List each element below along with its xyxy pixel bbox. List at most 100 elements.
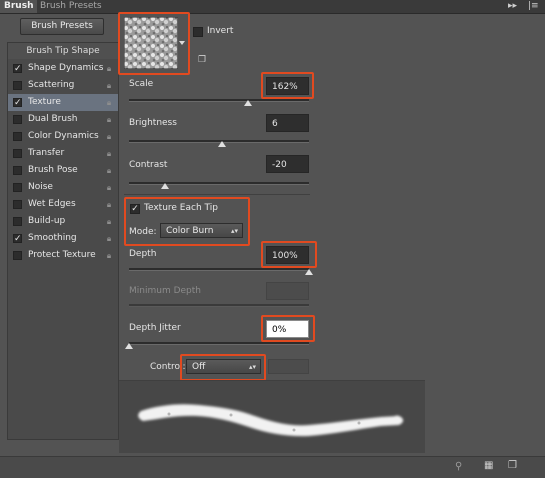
bottom-toolbar: ⚲ ▦ ❐ <box>0 456 545 478</box>
new-preset-icon[interactable]: ❐ <box>198 55 208 65</box>
brightness-input[interactable]: 6 <box>266 114 309 132</box>
lock-icon[interactable]: 🔒︎ <box>104 114 114 125</box>
contrast-slider-thumb[interactable] <box>161 183 169 189</box>
scale-input[interactable]: 162% <box>266 77 309 95</box>
lock-icon[interactable]: 🔒︎ <box>104 216 114 227</box>
mode-label: Mode: <box>129 227 157 237</box>
sidebar-item-transfer[interactable]: Transfer 🔒︎ <box>8 145 118 162</box>
invert-label: Invert <box>207 26 234 36</box>
sidebar-item-smoothing[interactable]: ✓ Smoothing 🔒︎ <box>8 230 118 247</box>
brightness-label: Brightness <box>129 118 177 128</box>
checkbox-scattering[interactable] <box>13 81 22 90</box>
brush-grid-icon[interactable]: ▦ <box>484 460 496 472</box>
scale-label: Scale <box>129 79 154 89</box>
sidebar-item-protect-texture[interactable]: Protect Texture 🔒︎ <box>8 247 118 264</box>
lock-icon[interactable]: 🔒︎ <box>104 199 114 210</box>
divider <box>124 194 310 195</box>
minimum-depth-slider <box>129 304 309 307</box>
brush-tip-shape-item[interactable]: Brush Tip Shape <box>8 43 118 59</box>
checkbox-shape-dynamics[interactable]: ✓ <box>13 64 22 74</box>
sidebar-item-dual-brush[interactable]: Dual Brush 🔒︎ <box>8 111 118 128</box>
contrast-label: Contrast <box>129 160 168 170</box>
sidebar-item-wet-edges[interactable]: Wet Edges 🔒︎ <box>8 196 118 213</box>
checkbox-color-dynamics[interactable] <box>13 132 22 141</box>
depth-jitter-label: Depth Jitter <box>129 323 181 333</box>
sidebar-item-label: Texture <box>28 97 61 107</box>
sidebar-item-label: Build-up <box>28 216 66 226</box>
tab-brush[interactable]: Brush <box>0 0 38 13</box>
sidebar-item-label: Noise <box>28 182 53 192</box>
sidebar-item-scattering[interactable]: Scattering 🔒︎ <box>8 77 118 94</box>
lock-icon[interactable]: 🔒︎ <box>104 250 114 261</box>
lock-icon[interactable]: 🔒︎ <box>104 148 114 159</box>
checkbox-wet-edges[interactable] <box>13 200 22 209</box>
brush-presets-button[interactable]: Brush Presets <box>20 18 104 35</box>
chevron-updown-icon: ▴▾ <box>230 227 238 235</box>
sidebar-item-label: Shape Dynamics <box>28 63 104 73</box>
depth-jitter-slider-thumb[interactable] <box>125 343 133 349</box>
sidebar-item-label: Dual Brush <box>28 114 78 124</box>
mode-select-value: Color Burn <box>166 226 214 236</box>
depth-jitter-input[interactable]: 0% <box>266 320 309 338</box>
sidebar-item-label: Brush Pose <box>28 165 78 175</box>
depth-input[interactable]: 100% <box>266 246 309 264</box>
pattern-picker-arrow[interactable] <box>179 17 185 69</box>
invert-checkbox[interactable] <box>193 27 203 37</box>
tab-brush-presets[interactable]: Brush Presets <box>36 0 106 13</box>
contrast-input[interactable]: -20 <box>266 155 309 173</box>
checkbox-protect-texture[interactable] <box>13 251 22 260</box>
chevron-down-icon <box>179 41 185 45</box>
checkbox-noise[interactable] <box>13 183 22 192</box>
scale-slider[interactable] <box>129 99 309 102</box>
lock-icon[interactable]: 🔒︎ <box>104 182 114 193</box>
checkbox-build-up[interactable] <box>13 217 22 226</box>
minimum-depth-label: Minimum Depth <box>129 286 201 296</box>
depth-slider-thumb[interactable] <box>305 269 313 275</box>
sidebar-item-brush-pose[interactable]: Brush Pose 🔒︎ <box>8 162 118 179</box>
sidebar-item-label: Smoothing <box>28 233 77 243</box>
sidebar-item-label: Wet Edges <box>28 199 76 209</box>
chevron-updown-icon: ▴▾ <box>248 363 256 371</box>
checkbox-transfer[interactable] <box>13 149 22 158</box>
scale-slider-thumb[interactable] <box>244 100 252 106</box>
panel-tab-bar: Brush Brush Presets ▸▸ |≡ <box>0 0 545 14</box>
contrast-slider[interactable] <box>129 182 309 185</box>
sidebar-item-color-dynamics[interactable]: Color Dynamics 🔒︎ <box>8 128 118 145</box>
lock-icon[interactable]: 🔒︎ <box>104 97 114 108</box>
panel-menu-icon[interactable]: |≡ <box>528 0 539 13</box>
brush-settings-list: Brush Tip Shape ✓ Shape Dynamics 🔒︎ Scat… <box>7 42 119 440</box>
checkbox-dual-brush[interactable] <box>13 115 22 124</box>
depth-label: Depth <box>129 249 157 259</box>
sidebar-item-build-up[interactable]: Build-up 🔒︎ <box>8 213 118 230</box>
toggle-live-tip-preview-icon[interactable]: ⚲ <box>455 461 469 473</box>
depth-slider[interactable] <box>129 268 309 271</box>
sidebar-item-noise[interactable]: Noise 🔒︎ <box>8 179 118 196</box>
mode-select[interactable]: Color Burn ▴▾ <box>160 223 243 238</box>
lock-icon[interactable]: 🔒︎ <box>104 63 114 74</box>
sidebar-item-label: Transfer <box>28 148 65 158</box>
sidebar-item-shape-dynamics[interactable]: ✓ Shape Dynamics 🔒︎ <box>8 60 118 77</box>
control-select-value: Off <box>192 362 206 372</box>
texture-pattern-swatch[interactable] <box>123 16 179 70</box>
lock-icon[interactable]: 🔒︎ <box>104 233 114 244</box>
minimum-depth-input <box>266 282 309 300</box>
lock-icon[interactable]: 🔒︎ <box>104 80 114 91</box>
create-new-brush-icon[interactable]: ❐ <box>508 460 520 472</box>
checkbox-smoothing[interactable]: ✓ <box>13 234 22 244</box>
sidebar-item-label: Color Dynamics <box>28 131 99 141</box>
lock-icon[interactable]: 🔒︎ <box>104 165 114 176</box>
control-amount-input <box>268 359 309 374</box>
sidebar-item-label: Scattering <box>28 80 75 90</box>
checkbox-brush-pose[interactable] <box>13 166 22 175</box>
lock-icon[interactable]: 🔒︎ <box>104 131 114 142</box>
texture-each-tip-checkbox[interactable]: ✓ <box>130 204 140 214</box>
texture-each-tip-label: Texture Each Tip <box>144 203 218 213</box>
double-chevron-right-icon[interactable]: ▸▸ <box>508 0 517 13</box>
sidebar-item-texture[interactable]: ✓ Texture 🔒︎ <box>8 94 118 111</box>
control-select[interactable]: Off ▴▾ <box>186 359 261 374</box>
sidebar-item-label: Protect Texture <box>28 250 96 260</box>
brush-stroke-preview <box>119 380 425 453</box>
brightness-slider-thumb[interactable] <box>218 141 226 147</box>
checkbox-texture[interactable]: ✓ <box>13 98 22 108</box>
depth-jitter-slider[interactable] <box>129 342 309 345</box>
